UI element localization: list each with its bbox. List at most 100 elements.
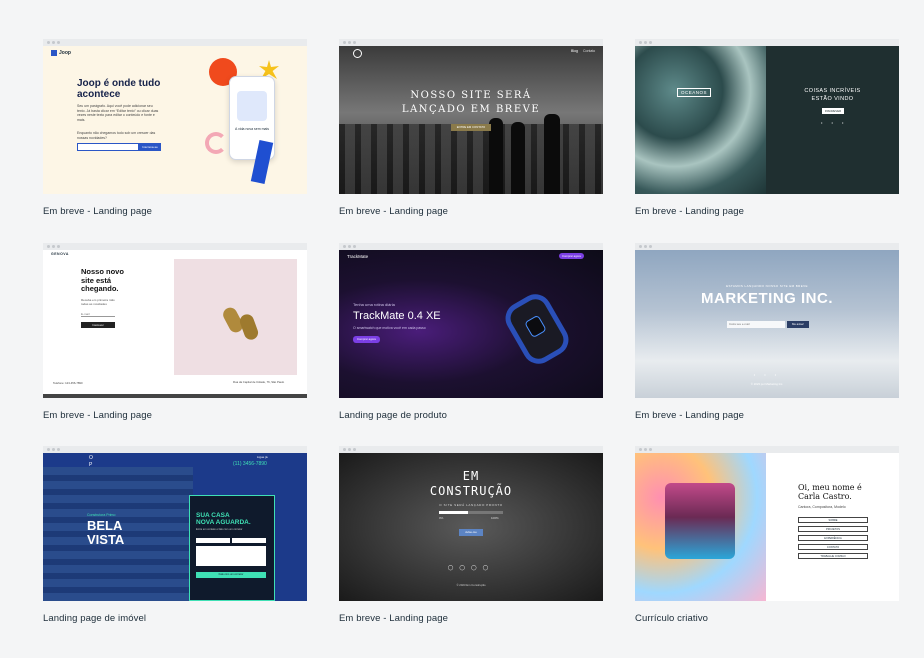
title-line-2: VISTA: [87, 532, 125, 547]
subscribe-button: Inscreva-se: [139, 143, 161, 151]
title-line-2: CONSTRUÇÃO: [429, 484, 513, 498]
logo-letter: P: [89, 462, 93, 468]
template-label[interactable]: Landing page de imóvel: [43, 613, 307, 624]
product-subtitle: O smartwatch que motiva você em cada pas…: [353, 326, 426, 330]
template-label[interactable]: Em breve - Landing page: [635, 206, 899, 217]
browser-bar: [339, 39, 603, 46]
contact-form: SUA CASA NOVA AGUARDA. Entre em contato …: [189, 495, 275, 601]
footer-right: Rua da Capital de Cidade, 76, São Paulo: [233, 380, 285, 384]
nav-blog: Blog: [571, 49, 579, 53]
template-card[interactable]: TrackMate Comprar agora Tenha uma rotina…: [339, 243, 603, 421]
headline: Joop é onde tudo acontece: [77, 78, 161, 100]
template-card[interactable]: GENOVA Nosso novo site está chegando. Re…: [43, 243, 307, 421]
template-thumbnail[interactable]: ESTAMOS LANÇANDO NOSSO SITE EM BREVE MAR…: [635, 243, 899, 398]
template-thumbnail[interactable]: Blog Contato NOSSO SITE SERÁ LANÇADO EM …: [339, 39, 603, 194]
body-text: Seu um parágrafo. Aqui você pode adicion…: [77, 104, 159, 122]
template-card[interactable]: EM CONSTRUÇÃO O SITE SERÁ LANÇADO PRONTO…: [339, 446, 603, 624]
headline-line-1: NOSSO SITE SERÁ: [410, 90, 532, 101]
template-thumbnail[interactable]: GENOVA Nosso novo site está chegando. Re…: [43, 243, 307, 398]
browser-bar: [635, 243, 899, 250]
progress-start-label: 0%: [439, 516, 444, 520]
footer: © 2023 Em Construção: [456, 583, 486, 587]
logo-icon: [353, 49, 362, 58]
template-thumbnail[interactable]: TrackMate Comprar agora Tenha uma rotina…: [339, 243, 603, 398]
preview-screen: Blog Contato NOSSO SITE SERÁ LANÇADO EM …: [339, 46, 603, 194]
browser-bar: [635, 446, 899, 453]
form-title-line-1: SUA CASA: [196, 512, 230, 519]
person-silhouette: [489, 118, 503, 194]
preview-screen: Joop Joop é onde tudo acontece Seu um pa…: [43, 46, 307, 194]
email-input: [77, 143, 139, 151]
form-title-line-2: NOVA AGUARDA.: [196, 519, 251, 526]
social-icons: • • •: [753, 372, 781, 377]
headline: Nosso novo site está chegando.: [81, 267, 124, 294]
template-label[interactable]: Em breve - Landing page: [43, 410, 307, 421]
email-input: Insira seu e-mail: [727, 321, 785, 328]
preview-screen: OCEANOS COISAS INCRÍVEIS ESTÃO VINDO INS…: [635, 46, 899, 194]
browser-bar: [339, 243, 603, 250]
portrait-image: [665, 483, 735, 559]
template-card[interactable]: OCEANOS COISAS INCRÍVEIS ESTÃO VINDO INS…: [635, 39, 899, 217]
subscribe-button: INSCREVER: [822, 108, 844, 114]
ocean-image: [635, 46, 766, 194]
brand: Joop: [59, 50, 71, 56]
preview-screen: ESTAMOS LANÇANDO NOSSO SITE EM BREVE MAR…: [635, 250, 899, 398]
template-label[interactable]: Em breve - Landing page: [43, 206, 307, 217]
preview-screen: Oi, meu nome é Carla Castro. Cantora, Co…: [635, 453, 899, 601]
title-line-1: EM: [462, 469, 480, 483]
smartwatch-image: [499, 288, 575, 370]
template-card[interactable]: Joop Joop é onde tudo acontece Seu um pa…: [43, 39, 307, 217]
contact-button: ENTRE EM CONTATO: [451, 124, 491, 131]
logo-letter: O: [89, 455, 93, 461]
template-label[interactable]: Landing page de produto: [339, 410, 603, 421]
template-label[interactable]: Currículo criativo: [635, 613, 899, 624]
kicker: Tenha uma rotina diária: [353, 302, 395, 307]
signup-text: Enquanto não chegamos todo sob um cresce…: [77, 131, 156, 140]
phone-card-text: A vida nova sem mais: [234, 127, 270, 131]
brand: GENOVA: [51, 252, 69, 256]
template-card[interactable]: O P Ligue já (11) 3456-7890 Construtora …: [43, 446, 307, 624]
footer-left: Telefone: 123-456-7890: [53, 381, 83, 385]
subtitle: O SITE SERÁ LANÇADO PRONTO: [439, 503, 503, 507]
headline-line-1: COISAS INCRÍVEIS: [804, 88, 861, 94]
title: MARKETING INC.: [701, 290, 833, 307]
footer: © 2023 por Marketing Inc.: [750, 382, 784, 386]
logo-icon: [51, 50, 57, 56]
intro-line-2: Carla Castro.: [798, 492, 852, 501]
subscribe-button: Inscrever: [81, 322, 115, 328]
email-input: E-mail: [81, 312, 115, 317]
nav-buy-button: Comprar agora: [559, 253, 584, 259]
social-icons: ◯◯◯◯: [447, 565, 495, 571]
form-submit-button: Fale com um corretor: [196, 572, 266, 578]
template-thumbnail[interactable]: O P Ligue já (11) 3456-7890 Construtora …: [43, 446, 307, 601]
template-label[interactable]: Em breve - Landing page: [635, 410, 899, 421]
template-label[interactable]: Em breve - Landing page: [339, 206, 603, 217]
template-thumbnail[interactable]: EM CONSTRUÇÃO O SITE SERÁ LANÇADO PRONTO…: [339, 446, 603, 601]
title-line-1: BELA: [87, 518, 123, 533]
template-thumbnail[interactable]: OCEANOS COISAS INCRÍVEIS ESTÃO VINDO INS…: [635, 39, 899, 194]
template-card[interactable]: Oi, meu nome é Carla Castro. Cantora, Co…: [635, 446, 899, 624]
kicker: Construtora Primo: [87, 513, 116, 517]
intro-line-1: Oi, meu nome é: [798, 483, 862, 492]
progress-end-label: 100%: [491, 516, 499, 520]
brand-badge: OCEANOS: [677, 88, 712, 97]
nav-contact: Contato: [583, 49, 596, 53]
body-text: Receba em primeira mão todas as novidade…: [81, 298, 115, 306]
phone-field: [232, 538, 266, 543]
browser-bar: [43, 39, 307, 46]
browser-bar: [635, 39, 899, 46]
preview-screen: O P Ligue já (11) 3456-7890 Construtora …: [43, 453, 307, 601]
template-thumbnail[interactable]: Oi, meu nome é Carla Castro. Cantora, Co…: [635, 446, 899, 601]
preview-screen: EM CONSTRUÇÃO O SITE SERÁ LANÇADO PRONTO…: [339, 453, 603, 601]
template-thumbnail[interactable]: Joop Joop é onde tudo acontece Seu um pa…: [43, 39, 307, 194]
title: BELA VISTA: [87, 519, 124, 547]
person-silhouette: [511, 122, 525, 194]
template-card[interactable]: ESTAMOS LANÇANDO NOSSO SITE EM BREVE MAR…: [635, 243, 899, 421]
contact-button: CONTATO: [798, 544, 868, 550]
template-label[interactable]: Em breve - Landing page: [339, 613, 603, 624]
progress-fill: [439, 511, 468, 514]
about-button: SOBRE: [798, 517, 868, 523]
form-subtitle: Entre em contato e fale com um corretor: [196, 528, 243, 531]
preview-screen: GENOVA Nosso novo site está chegando. Re…: [43, 250, 307, 398]
template-card[interactable]: Blog Contato NOSSO SITE SERÁ LANÇADO EM …: [339, 39, 603, 217]
